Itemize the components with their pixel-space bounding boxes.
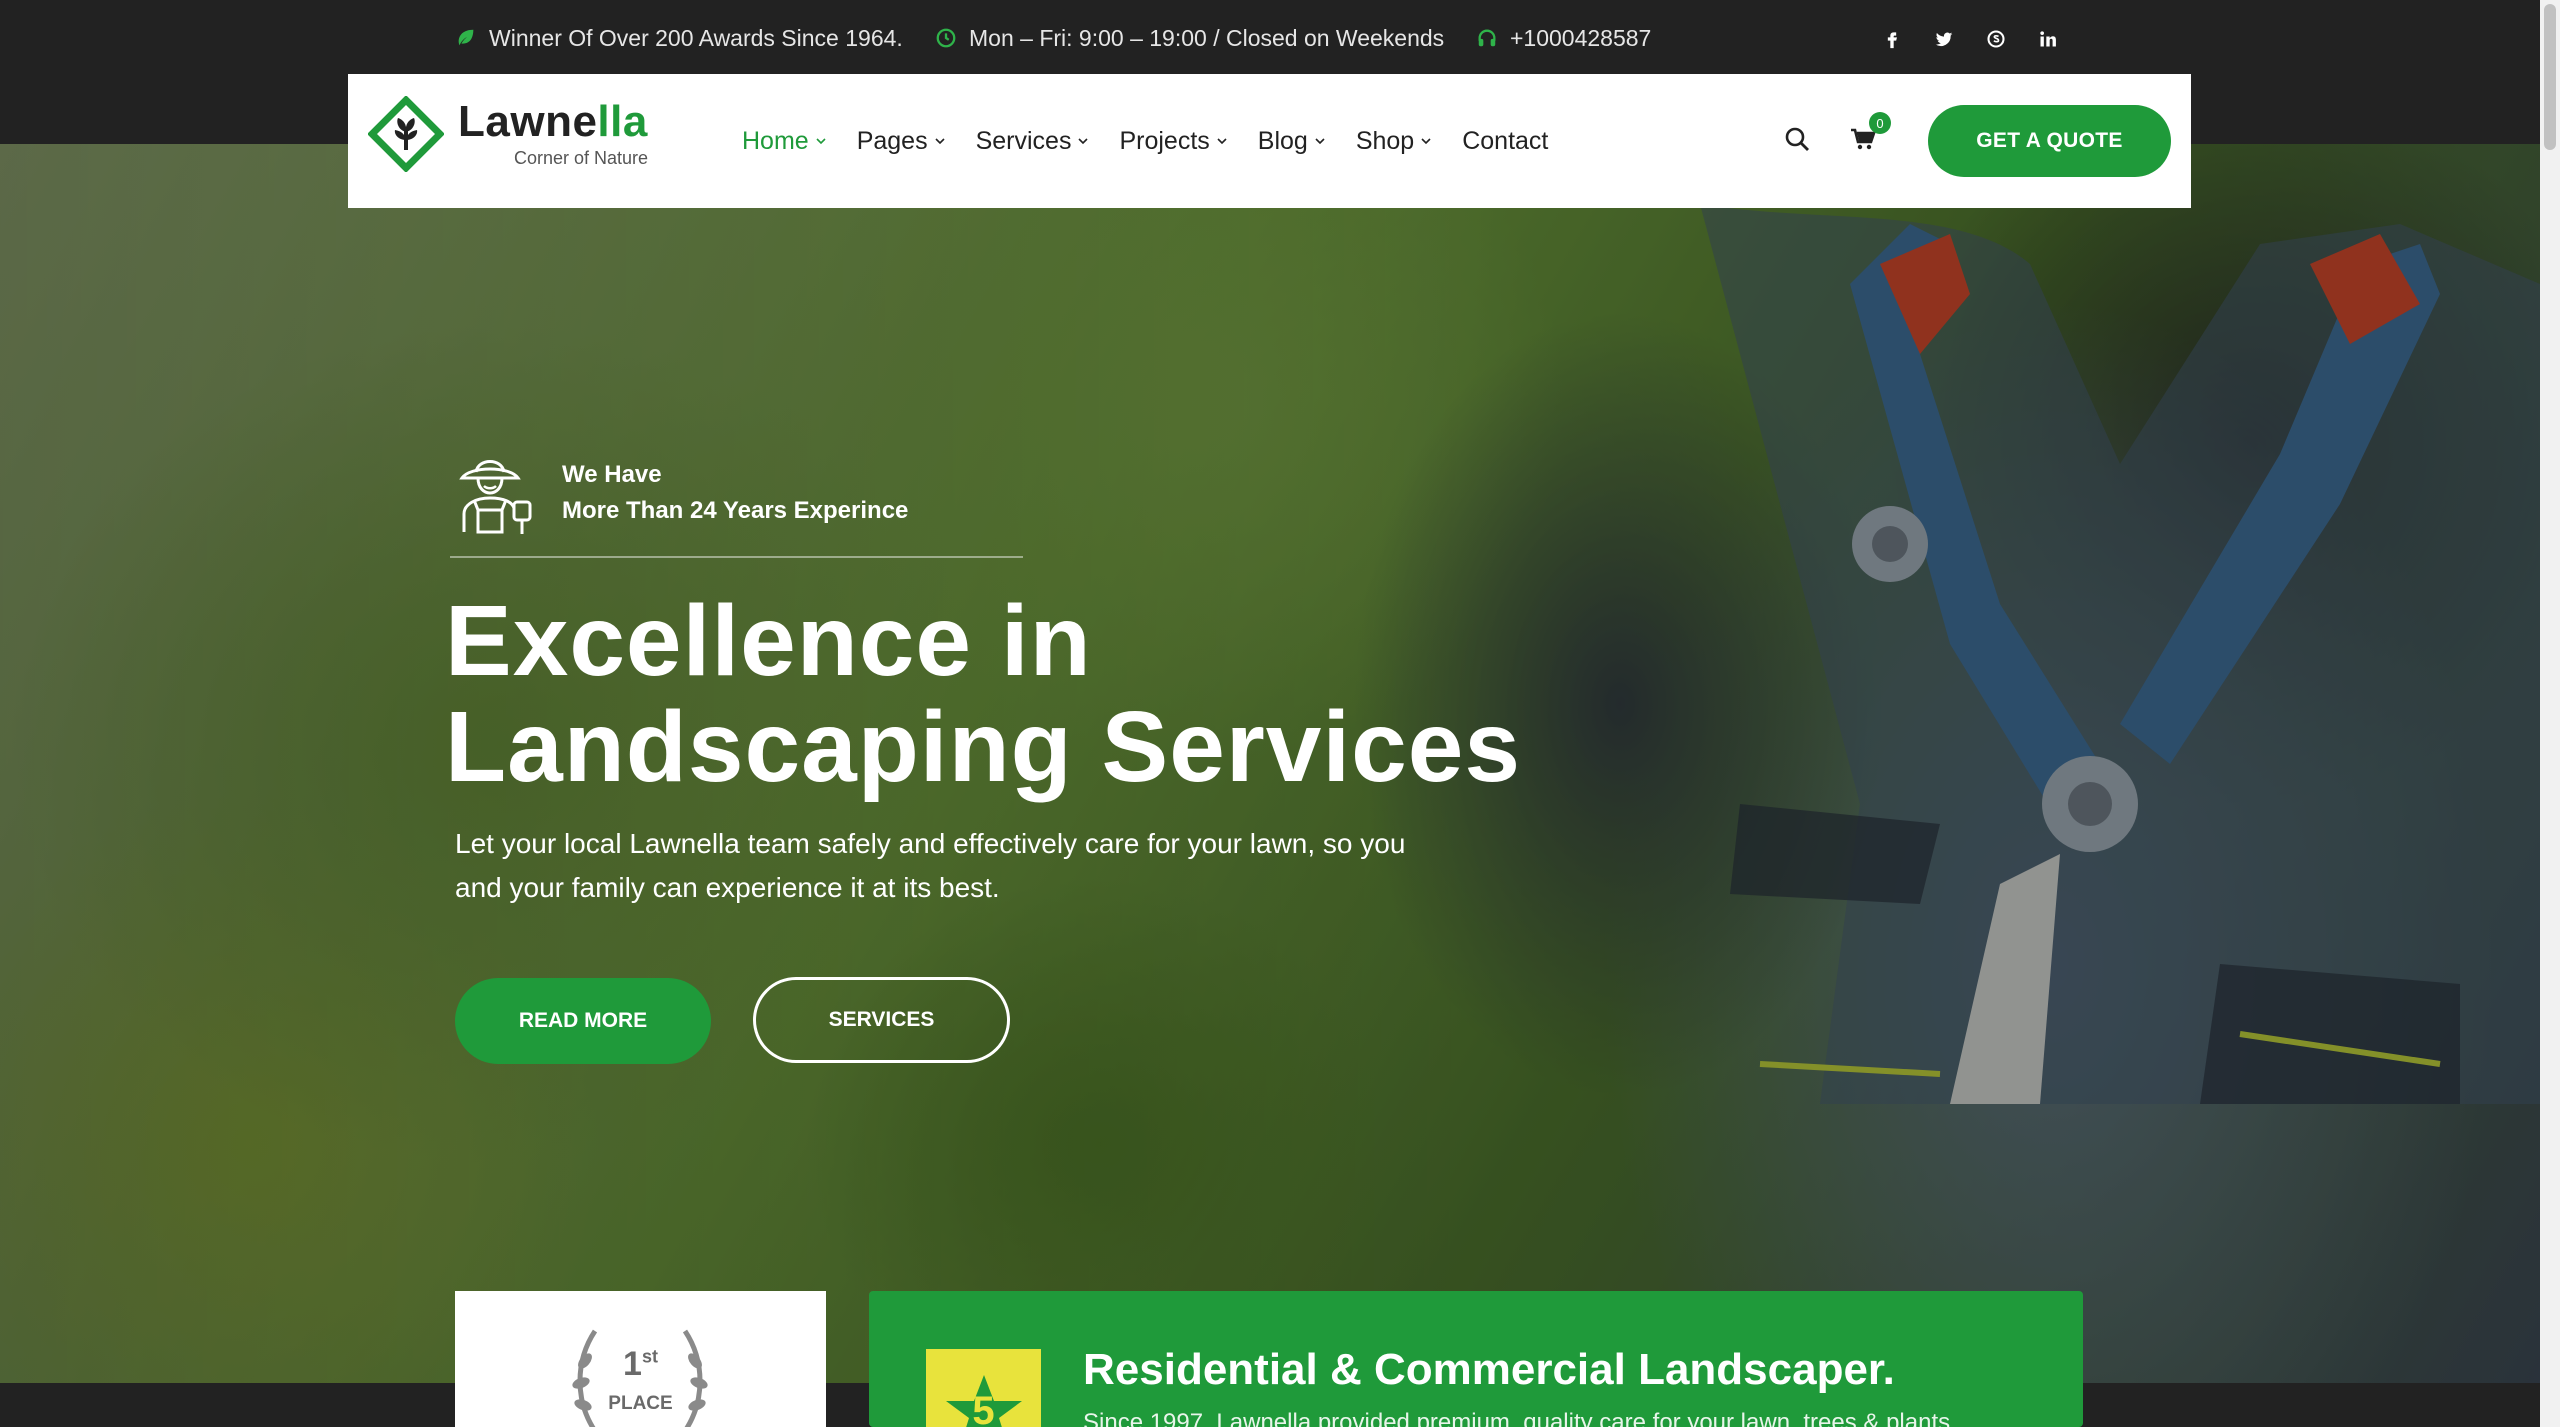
logo-name: Lawnella <box>458 96 648 146</box>
feature-description: Since 1997, Lawnella provided premium, q… <box>1083 1409 1957 1427</box>
hours-info: Mon – Fri: 9:00 – 19:00 / Closed on Week… <box>935 22 1444 54</box>
chevron-down-icon <box>1315 138 1325 145</box>
nav-home[interactable]: Home <box>742 127 827 156</box>
read-more-button[interactable]: READ MORE <box>455 978 711 1064</box>
feature-card: 5 Residential & Commercial Landscaper. S… <box>869 1291 2083 1427</box>
gardener-icon <box>459 460 532 534</box>
rating-badge: 5 <box>926 1349 1041 1427</box>
chevron-down-icon <box>1421 138 1431 145</box>
hero-subtext: Let your local Lawnella team safely and … <box>455 828 1406 903</box>
clock-icon <box>936 28 956 48</box>
nav-contact[interactable]: Contact <box>1462 127 1548 156</box>
chevron-down-icon <box>816 138 826 145</box>
site-header: Lawnella Corner of Nature Home Pages Ser… <box>348 74 2191 208</box>
awards-text: Winner Of Over 200 Awards Since 1964. <box>489 24 903 51</box>
phone-info[interactable]: +1000428587 <box>1476 22 1651 54</box>
award-card: 1st PLACE <box>455 1291 826 1427</box>
hours-text: Mon – Fri: 9:00 – 19:00 / Closed on Week… <box>969 24 1445 51</box>
award-place: PLACE <box>608 1393 673 1414</box>
chevron-down-icon <box>1078 138 1089 145</box>
search-icon[interactable] <box>1782 124 1812 154</box>
main-nav: Home Pages Services Projects Blog Shop C… <box>742 74 1578 208</box>
nav-services[interactable]: Services <box>976 127 1090 156</box>
logo-leaf-icon <box>368 96 444 172</box>
rating-number: 5 <box>972 1389 995 1427</box>
nav-blog[interactable]: Blog <box>1258 127 1326 156</box>
cart-count-badge: 0 <box>1869 112 1891 134</box>
nav-shop[interactable]: Shop <box>1356 127 1432 156</box>
award-rank: 1st <box>623 1345 658 1383</box>
page-scrollbar[interactable] <box>2540 0 2560 1427</box>
scrollbar-thumb[interactable] <box>2544 4 2556 150</box>
badge-line-1: We Have <box>562 461 662 488</box>
logo[interactable]: Lawnella Corner of Nature <box>368 96 648 172</box>
get-a-quote-button[interactable]: GET A QUOTE <box>1928 105 2171 177</box>
skype-icon[interactable] <box>1984 27 2008 51</box>
chevron-down-icon <box>1217 138 1227 145</box>
feature-title: Residential & Commercial Landscaper. <box>1083 1345 1895 1394</box>
linkedin-icon[interactable] <box>2036 27 2060 51</box>
twitter-icon[interactable] <box>1932 27 1956 51</box>
experience-badge: We Have More Than 24 Years Experince <box>450 448 908 538</box>
nav-projects[interactable]: Projects <box>1119 127 1227 156</box>
hero-headline: Excellence in Landscaping Services <box>445 585 1522 803</box>
nav-pages[interactable]: Pages <box>857 127 946 156</box>
logo-tagline: Corner of Nature <box>514 147 649 168</box>
facebook-icon[interactable] <box>1880 27 1904 51</box>
phone-text[interactable]: +1000428587 <box>1510 25 1651 52</box>
divider <box>450 556 1023 558</box>
leaf-icon <box>458 29 474 46</box>
social-links <box>1880 22 2060 56</box>
services-button[interactable]: SERVICES <box>753 977 1010 1063</box>
chevron-down-icon <box>935 138 945 145</box>
awards-info: Winner Of Over 200 Awards Since 1964. <box>455 22 903 54</box>
badge-line-2: More Than 24 Years Experince <box>562 497 909 524</box>
headphones-icon <box>1478 29 1496 47</box>
